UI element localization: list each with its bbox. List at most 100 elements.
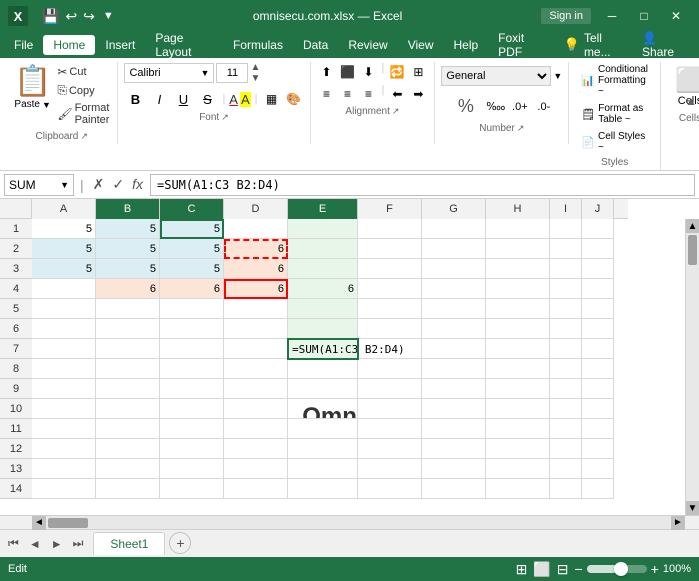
h-scroll-thumb[interactable] xyxy=(48,518,88,528)
decrease-indent-button[interactable]: ⬅ xyxy=(387,84,407,104)
format-painter-button[interactable]: 🖌 Format Painter xyxy=(55,101,111,127)
cell-C12[interactable] xyxy=(160,439,224,459)
cell-H3[interactable] xyxy=(486,259,550,279)
cell-F14[interactable] xyxy=(358,479,422,499)
cell-A6[interactable] xyxy=(32,319,96,339)
cell-J5[interactable] xyxy=(582,299,614,319)
cell-B6[interactable] xyxy=(96,319,160,339)
align-left-button[interactable]: ≡ xyxy=(317,84,337,104)
cell-A2[interactable]: 5 xyxy=(32,239,96,259)
cell-H14[interactable] xyxy=(486,479,550,499)
cell-C7[interactable] xyxy=(160,339,224,359)
col-header-J[interactable]: J xyxy=(582,199,614,219)
scroll-down-button[interactable]: ▼ xyxy=(686,501,699,515)
increase-indent-button[interactable]: ➡ xyxy=(408,84,428,104)
paste-dropdown-arrow[interactable]: ▼ xyxy=(42,100,51,110)
cell-C2[interactable]: 5 xyxy=(160,239,224,259)
cell-D10[interactable] xyxy=(224,399,288,419)
cell-D14[interactable] xyxy=(224,479,288,499)
highlight-button[interactable]: A xyxy=(240,92,251,107)
cell-G6[interactable] xyxy=(422,319,486,339)
cell-E6[interactable] xyxy=(288,319,358,339)
align-middle-button[interactable]: ⬛ xyxy=(338,62,358,82)
cell-F10[interactable] xyxy=(358,399,422,419)
cell-F5[interactable] xyxy=(358,299,422,319)
cell-A5[interactable] xyxy=(32,299,96,319)
col-header-H[interactable]: H xyxy=(486,199,550,219)
redo-icon[interactable]: ↪ xyxy=(81,6,97,27)
cell-H6[interactable] xyxy=(486,319,550,339)
cell-H7[interactable] xyxy=(486,339,550,359)
cell-D7[interactable] xyxy=(224,339,288,359)
alignment-expand-icon[interactable]: ↗ xyxy=(392,106,400,117)
cell-I11[interactable] xyxy=(550,419,582,439)
font-color-button[interactable]: A xyxy=(229,92,238,107)
cell-H2[interactable] xyxy=(486,239,550,259)
cell-J8[interactable] xyxy=(582,359,614,379)
cell-D4[interactable]: 6 xyxy=(224,279,288,299)
row-header-6[interactable]: 6 xyxy=(0,319,32,339)
cell-B1[interactable]: 5 xyxy=(96,219,160,239)
cell-E11[interactable] xyxy=(288,419,358,439)
cell-C4[interactable]: 6 xyxy=(160,279,224,299)
cell-H12[interactable] xyxy=(486,439,550,459)
cell-G3[interactable] xyxy=(422,259,486,279)
row-header-10[interactable]: 10 xyxy=(0,399,32,419)
cell-I9[interactable] xyxy=(550,379,582,399)
cell-E3[interactable] xyxy=(288,259,358,279)
cell-J3[interactable] xyxy=(582,259,614,279)
cell-F2[interactable] xyxy=(358,239,422,259)
thousands-button[interactable]: ‱ xyxy=(486,97,506,117)
row-header-3[interactable]: 3 xyxy=(0,259,32,279)
cell-I6[interactable] xyxy=(550,319,582,339)
row-header-9[interactable]: 9 xyxy=(0,379,32,399)
cell-C8[interactable] xyxy=(160,359,224,379)
cell-D6[interactable] xyxy=(224,319,288,339)
align-bottom-button[interactable]: ⬇ xyxy=(359,62,379,82)
zoom-out-button[interactable]: − xyxy=(574,561,582,577)
cell-J14[interactable] xyxy=(582,479,614,499)
corner-cell[interactable] xyxy=(0,199,32,219)
align-right-button[interactable]: ≡ xyxy=(359,84,379,104)
row-header-13[interactable]: 13 xyxy=(0,459,32,479)
menu-view[interactable]: View xyxy=(398,35,444,55)
cell-C10[interactable] xyxy=(160,399,224,419)
cell-E8[interactable] xyxy=(288,359,358,379)
cell-B4[interactable]: 6 xyxy=(96,279,160,299)
col-header-D[interactable]: D xyxy=(224,199,288,219)
cell-G14[interactable] xyxy=(422,479,486,499)
cell-H8[interactable] xyxy=(486,359,550,379)
cell-F3[interactable] xyxy=(358,259,422,279)
font-decrease-button[interactable]: ▼ xyxy=(250,73,260,84)
cell-J13[interactable] xyxy=(582,459,614,479)
cell-D13[interactable] xyxy=(224,459,288,479)
cell-I10[interactable] xyxy=(550,399,582,419)
cell-J7[interactable] xyxy=(582,339,614,359)
conditional-formatting-button[interactable]: 📊 Conditional Formatting ~ xyxy=(575,62,654,99)
cell-H9[interactable] xyxy=(486,379,550,399)
h-scroll-track[interactable] xyxy=(46,516,671,529)
menu-home[interactable]: Home xyxy=(43,35,95,55)
cell-E7[interactable]: =SUM(A1:C3 B2:D4) xyxy=(288,339,358,359)
cell-I8[interactable] xyxy=(550,359,582,379)
cell-J11[interactable] xyxy=(582,419,614,439)
cell-I13[interactable] xyxy=(550,459,582,479)
col-header-A[interactable]: A xyxy=(32,199,96,219)
cell-G1[interactable] xyxy=(422,219,486,239)
increase-decimal-button[interactable]: .0+ xyxy=(510,97,530,117)
font-name-dropdown[interactable]: Calibri ▼ xyxy=(124,63,214,83)
cell-D9[interactable] xyxy=(224,379,288,399)
cell-D5[interactable] xyxy=(224,299,288,319)
row-header-8[interactable]: 8 xyxy=(0,359,32,379)
cell-F9[interactable] xyxy=(358,379,422,399)
share-button[interactable]: 👤 Share xyxy=(632,28,695,62)
customize-arrow[interactable]: ▼ xyxy=(103,10,114,22)
page-break-view-button[interactable]: ⊟ xyxy=(557,561,569,578)
cell-F4[interactable] xyxy=(358,279,422,299)
cell-J10[interactable] xyxy=(582,399,614,419)
cell-D2[interactable]: 6 xyxy=(224,239,288,259)
cell-D8[interactable] xyxy=(224,359,288,379)
cell-B9[interactable] xyxy=(96,379,160,399)
cell-B10[interactable] xyxy=(96,399,160,419)
cell-B2[interactable]: 5 xyxy=(96,239,160,259)
